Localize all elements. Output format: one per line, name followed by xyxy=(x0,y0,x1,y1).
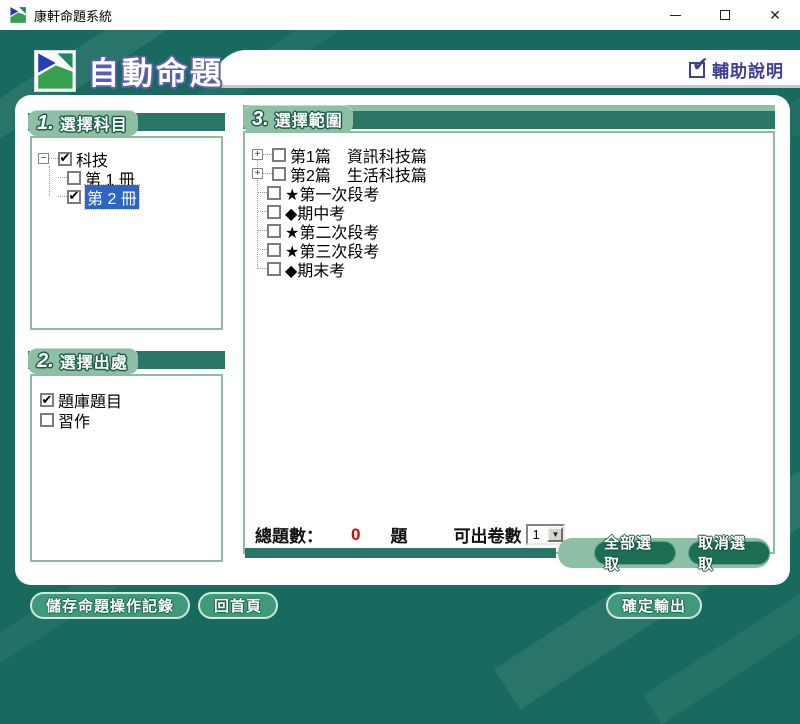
panel-header-label: 1. 選擇科目 xyxy=(28,110,138,136)
tree-connector xyxy=(58,196,67,197)
expander-minus-icon[interactable]: − xyxy=(38,153,49,164)
panel-select-subject: 1. 選擇科目 − ✔ 科技 第 1 冊 ✔ xyxy=(28,110,225,332)
confirm-output-button[interactable]: 確定輸出 xyxy=(606,592,702,619)
help-checkbox-icon: ✔ xyxy=(689,62,705,78)
page-title: 自動命題 xyxy=(88,48,224,93)
subject-checkbox[interactable]: ✔ xyxy=(58,152,72,166)
tree-connector xyxy=(263,154,272,155)
source-row-workbook: 習作 xyxy=(40,410,221,430)
expander-plus-icon[interactable]: + xyxy=(252,168,263,179)
panel-header-label: 2. 選擇出處 xyxy=(28,348,138,374)
tree-item-label[interactable]: ◆期末考 xyxy=(285,257,345,281)
source-list-container: ✔ 題庫題目 習作 xyxy=(30,374,223,562)
window-title: 康軒命題系統 xyxy=(34,6,112,25)
panel-number: 3. xyxy=(252,108,269,131)
maximize-button[interactable] xyxy=(700,0,750,30)
question-stats: 總題數： 0 題 可出卷數 1 ▼ xyxy=(255,522,565,547)
tree-connector xyxy=(258,192,267,193)
tree-connector xyxy=(258,249,267,250)
part1-checkbox[interactable] xyxy=(272,148,286,162)
panel-header-label: 3. 選擇範圍 xyxy=(243,105,353,133)
book2-checkbox[interactable]: ✔ xyxy=(67,190,81,204)
tree-connector xyxy=(258,211,267,212)
final-checkbox[interactable] xyxy=(267,262,281,276)
panel-title: 選擇範圍 xyxy=(275,107,343,131)
help-button[interactable]: ✔ 輔助說明 xyxy=(689,57,784,82)
questions-unit-label: 題 xyxy=(390,522,407,547)
exam3-checkbox[interactable] xyxy=(267,243,281,257)
app-logo-icon xyxy=(9,6,27,24)
selection-buttons-tab: 全部選取 取消選取 xyxy=(558,538,770,568)
panel-select-range: 3. 選擇範圍 + 第1篇 資訊科技篇 + 第2篇 生活科技篇 xyxy=(243,105,775,568)
panel-number: 1. xyxy=(37,112,54,135)
panel-number: 2. xyxy=(37,350,54,373)
minimize-icon xyxy=(670,15,681,16)
home-button[interactable]: 回首頁 xyxy=(198,592,278,619)
select-all-button[interactable]: 全部選取 xyxy=(594,541,676,565)
book1-checkbox[interactable] xyxy=(67,171,81,185)
subject-tree-container: − ✔ 科技 第 1 冊 ✔ 第 2 冊 xyxy=(30,136,223,330)
panel-select-source: 2. 選擇出處 ✔ 題庫題目 習作 xyxy=(28,348,225,564)
main-container: 1. 選擇科目 − ✔ 科技 第 1 冊 ✔ xyxy=(15,95,790,585)
panel-title: 選擇科目 xyxy=(60,111,128,135)
range-tree-container: + 第1篇 資訊科技篇 + 第2篇 生活科技篇 ★第一次段考 xyxy=(243,131,775,554)
expander-plus-icon[interactable]: + xyxy=(252,149,263,160)
save-log-button[interactable]: 儲存命題操作記錄 xyxy=(30,592,190,619)
close-icon: ✕ xyxy=(769,8,781,22)
tree-connector xyxy=(49,158,58,159)
kangxuan-logo-icon xyxy=(34,50,76,92)
panel-title: 選擇出處 xyxy=(60,349,128,373)
midterm-checkbox[interactable] xyxy=(267,205,281,219)
check-icon: ✔ xyxy=(42,393,53,406)
papers-count-value: 1 xyxy=(528,527,547,542)
source-item-label[interactable]: 習作 xyxy=(58,408,90,432)
maximize-icon xyxy=(720,10,730,20)
minimize-button[interactable] xyxy=(650,0,700,30)
window-titlebar: 康軒命題系統 ✕ xyxy=(0,0,800,30)
total-questions-value: 0 xyxy=(351,525,360,545)
papers-count-dropdown[interactable]: 1 ▼ xyxy=(526,524,565,545)
check-icon: ✔ xyxy=(692,55,709,75)
source-row-bank: ✔ 題庫題目 xyxy=(40,390,221,410)
check-icon: ✔ xyxy=(69,189,80,202)
tree-connector xyxy=(258,268,267,269)
part2-checkbox[interactable] xyxy=(272,167,286,181)
tree-connector xyxy=(263,173,272,174)
tree-row-book2: ✔ 第 2 冊 xyxy=(38,187,221,206)
total-questions-label: 總題數： xyxy=(255,522,323,547)
deselect-all-button[interactable]: 取消選取 xyxy=(688,541,770,565)
help-label: 輔助說明 xyxy=(712,57,784,82)
workbook-checkbox[interactable] xyxy=(40,413,54,427)
question-bank-checkbox[interactable]: ✔ xyxy=(40,393,54,407)
tree-connector xyxy=(258,230,267,231)
brand: 自動命題 xyxy=(34,48,224,93)
check-icon: ✔ xyxy=(60,151,71,164)
close-button[interactable]: ✕ xyxy=(750,0,800,30)
exam1-checkbox[interactable] xyxy=(267,186,281,200)
tree-row-final: ◆期末考 xyxy=(252,259,773,278)
panel-footer-bar xyxy=(245,548,556,558)
exam2-checkbox[interactable] xyxy=(267,224,281,238)
tree-connector xyxy=(58,177,67,178)
tree-item-label-selected[interactable]: 第 2 冊 xyxy=(85,185,139,209)
papers-count-label: 可出卷數 xyxy=(453,522,521,547)
chevron-down-icon[interactable]: ▼ xyxy=(547,527,563,542)
